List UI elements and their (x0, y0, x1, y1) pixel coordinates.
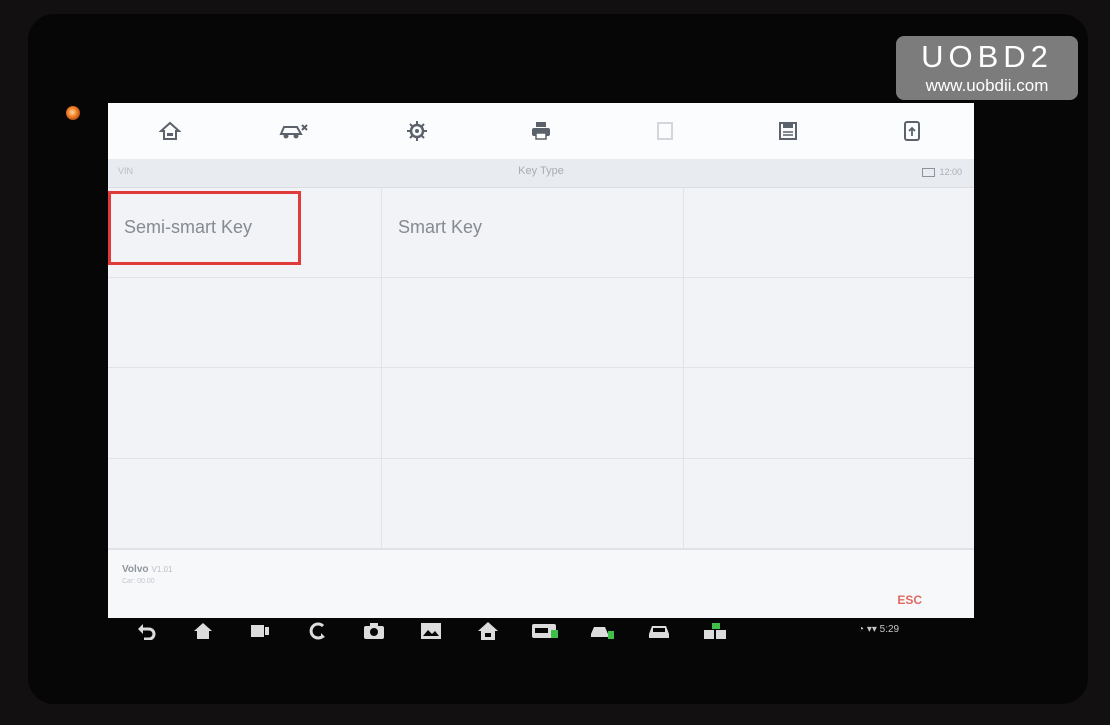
system-status-bar: ◔ ▾▾ 5:29 (858, 624, 899, 635)
grid-cell-empty (108, 368, 382, 459)
grid-cell-empty (108, 277, 382, 368)
sub-header-time: 12:00 (939, 167, 962, 177)
help-icon[interactable] (645, 111, 685, 151)
software-version: V1.01 (151, 565, 173, 574)
power-led (66, 106, 80, 120)
sub-header-right: 12:00 (922, 167, 962, 177)
vehicle-brand: Volvo V1.01 (122, 564, 172, 575)
page-title: Key Type (518, 165, 564, 177)
watermark: UOBD2 www.uobdii.com (896, 36, 1078, 100)
car-service-icon[interactable] (584, 613, 620, 649)
vehicle-info: Car: 00.00 (122, 578, 155, 585)
gallery-icon[interactable] (413, 613, 449, 649)
camera-icon[interactable] (356, 613, 392, 649)
watermark-brand: UOBD2 (921, 39, 1053, 74)
grid-cell-empty (684, 278, 974, 368)
wifi-icon: ◔ ▾▾ (858, 624, 880, 635)
key-option-smart[interactable]: Smart Key (382, 187, 684, 278)
home-icon[interactable] (185, 613, 221, 649)
grid-cell-empty (382, 368, 684, 459)
tablet-screen: VIN Key Type 12:00 Semi-smart Key Smart … (108, 103, 974, 618)
export-icon[interactable] (892, 111, 932, 151)
vci-icon[interactable] (527, 613, 563, 649)
home-icon[interactable] (150, 111, 190, 151)
top-toolbar (108, 103, 974, 159)
back-icon[interactable] (128, 613, 164, 649)
save-icon[interactable] (768, 111, 808, 151)
autel-home-icon[interactable] (470, 613, 506, 649)
gear-icon[interactable] (397, 111, 437, 151)
remote-support-icon[interactable] (698, 613, 734, 649)
grid-cell-empty (684, 187, 974, 278)
watermark-url: www.uobdii.com (925, 76, 1049, 95)
car-diagnostics-icon[interactable] (274, 111, 314, 151)
print-icon[interactable] (521, 111, 561, 151)
grid-cell-empty (684, 459, 974, 549)
sub-header: VIN Key Type 12:00 (108, 159, 974, 188)
vehicle-brand-name: Volvo (122, 564, 149, 575)
key-option-label: Smart Key (398, 217, 483, 237)
esc-button[interactable]: ESC (897, 593, 922, 607)
selection-highlight-box (108, 191, 301, 265)
browser-icon[interactable] (299, 613, 335, 649)
grid-cell-empty (382, 458, 684, 549)
grid-cell-empty (382, 277, 684, 368)
grid-cell-empty (108, 458, 382, 549)
grid-cell-empty (684, 368, 974, 459)
status-time: 5:29 (879, 624, 900, 635)
recent-apps-icon[interactable] (242, 613, 278, 649)
car-icon[interactable] (641, 613, 677, 649)
battery-icon (922, 167, 936, 177)
